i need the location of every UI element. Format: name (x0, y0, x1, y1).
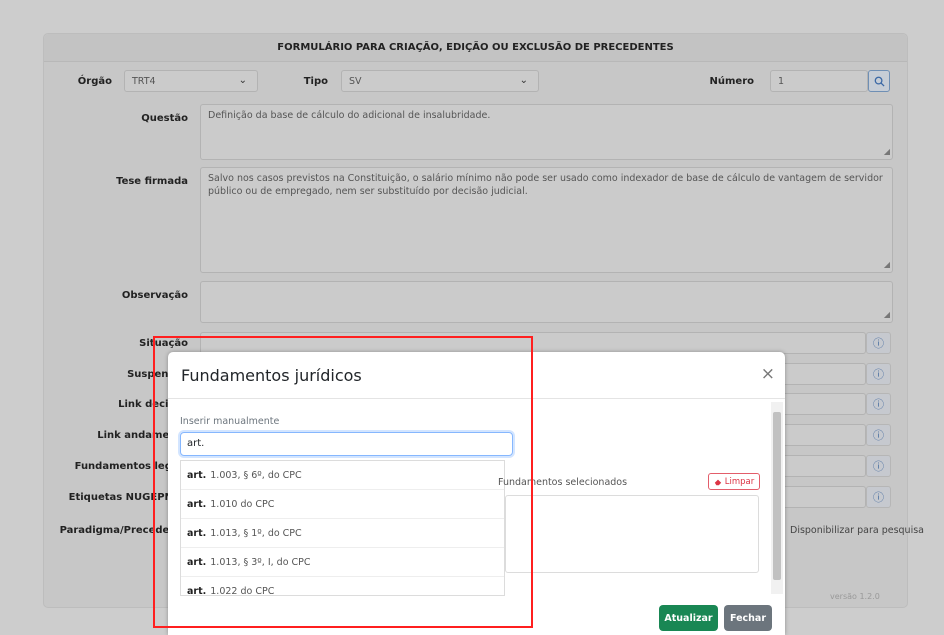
scrollbar-thumb[interactable] (773, 412, 781, 580)
autocomplete-option[interactable]: art. 1.013, § 1º, do CPC (181, 519, 504, 548)
option-text: 1.013, § 3º, I, do CPC (210, 556, 311, 568)
fundamentos-modal: Fundamentos jurídicos × Inserir manualme… (168, 352, 785, 635)
option-text: 1.022 do CPC (210, 585, 275, 596)
paradigma-label: Paradigma/Precedente (59, 525, 188, 536)
info-button[interactable]: ⓘ (866, 393, 891, 415)
clear-button[interactable]: Limpar (708, 473, 760, 490)
close-button[interactable]: Fechar (724, 605, 772, 631)
tese-text: Salvo nos casos previstos na Constituiçã… (208, 173, 883, 197)
disponibilizar-text: Disponibilizar para pesquisa (790, 525, 924, 536)
tese-label: Tese firmada (116, 176, 188, 187)
info-icon: ⓘ (873, 368, 884, 381)
option-text: 1.013, § 1º, do CPC (210, 527, 302, 539)
option-text: 1.010 do CPC (210, 498, 275, 510)
autocomplete-option[interactable]: art. 1.022 do CPC (181, 577, 504, 596)
situacao-field[interactable] (200, 332, 866, 354)
option-match: art. (187, 498, 207, 510)
autocomplete-list: art. 1.003, § 6º, do CPC art. 1.010 do CPC… (180, 460, 505, 596)
form-title: FORMULÁRIO PARA CRIAÇÃO, EDIÇÃO OU EXCLU… (44, 34, 907, 62)
option-match: art. (187, 556, 207, 568)
info-icon: ⓘ (873, 337, 884, 350)
modal-divider (168, 398, 785, 399)
orgao-label: Órgão (77, 76, 112, 87)
tipo-label: Tipo (303, 76, 328, 87)
numero-label: Número (709, 76, 755, 87)
selected-fundamentos-box[interactable] (505, 495, 759, 573)
autocomplete-option[interactable]: art. 1.010 do CPC (181, 490, 504, 519)
option-match: art. (187, 469, 207, 481)
numero-input[interactable]: 1 (770, 70, 868, 92)
eraser-icon (714, 479, 721, 485)
info-button[interactable]: ⓘ (866, 424, 891, 446)
option-match: art. (187, 527, 207, 539)
tese-textarea[interactable]: Salvo nos casos previstos na Constituiçã… (200, 167, 893, 273)
tipo-select[interactable]: SV ⌄ (341, 70, 539, 92)
autocomplete-input[interactable]: art. (180, 432, 513, 456)
modal-scrollbar[interactable] (771, 402, 783, 594)
info-button[interactable]: ⓘ (866, 332, 891, 354)
clear-button-label: Limpar (724, 476, 755, 487)
resize-grip-icon: ◢ (883, 147, 890, 156)
close-icon[interactable]: × (761, 364, 775, 384)
situacao-label: Situação (139, 338, 188, 349)
modal-title: Fundamentos jurídicos (181, 366, 362, 385)
info-icon: ⓘ (873, 491, 884, 504)
option-text: 1.003, § 6º, do CPC (210, 469, 302, 481)
autocomplete-option[interactable]: art. 1.013, § 3º, I, do CPC (181, 548, 504, 577)
chevron-down-icon: ⌄ (238, 75, 247, 86)
chevron-down-icon: ⌄ (519, 75, 528, 86)
info-icon: ⓘ (873, 398, 884, 411)
observacao-textarea[interactable]: ◢ (200, 281, 893, 323)
manual-input-label: Inserir manualmente (180, 416, 280, 427)
info-button[interactable]: ⓘ (866, 363, 891, 385)
search-icon (874, 76, 885, 87)
tipo-value: SV (349, 76, 362, 87)
update-button[interactable]: Atualizar (659, 605, 718, 631)
selected-fundamentos-label: Fundamentos selecionados (498, 477, 628, 488)
info-button[interactable]: ⓘ (866, 455, 891, 477)
version-text: versão 1.2.0 (830, 592, 880, 601)
orgao-select[interactable]: TRT4 ⌄ (124, 70, 258, 92)
questao-label: Questão (141, 113, 188, 124)
resize-grip-icon: ◢ (883, 260, 890, 269)
orgao-value: TRT4 (132, 76, 156, 87)
page: FORMULÁRIO PARA CRIAÇÃO, EDIÇÃO OU EXCLU… (0, 0, 944, 635)
observacao-label: Observação (121, 290, 188, 301)
resize-grip-icon: ◢ (883, 310, 890, 319)
info-icon: ⓘ (873, 429, 884, 442)
questao-text: Definição da base de cálculo do adiciona… (208, 110, 491, 121)
autocomplete-option[interactable]: art. 1.003, § 6º, do CPC (181, 461, 504, 490)
search-button[interactable] (868, 70, 890, 92)
info-button[interactable]: ⓘ (866, 486, 891, 508)
questao-textarea[interactable]: Definição da base de cálculo do adiciona… (200, 104, 893, 160)
info-icon: ⓘ (873, 460, 884, 473)
option-match: art. (187, 585, 207, 596)
